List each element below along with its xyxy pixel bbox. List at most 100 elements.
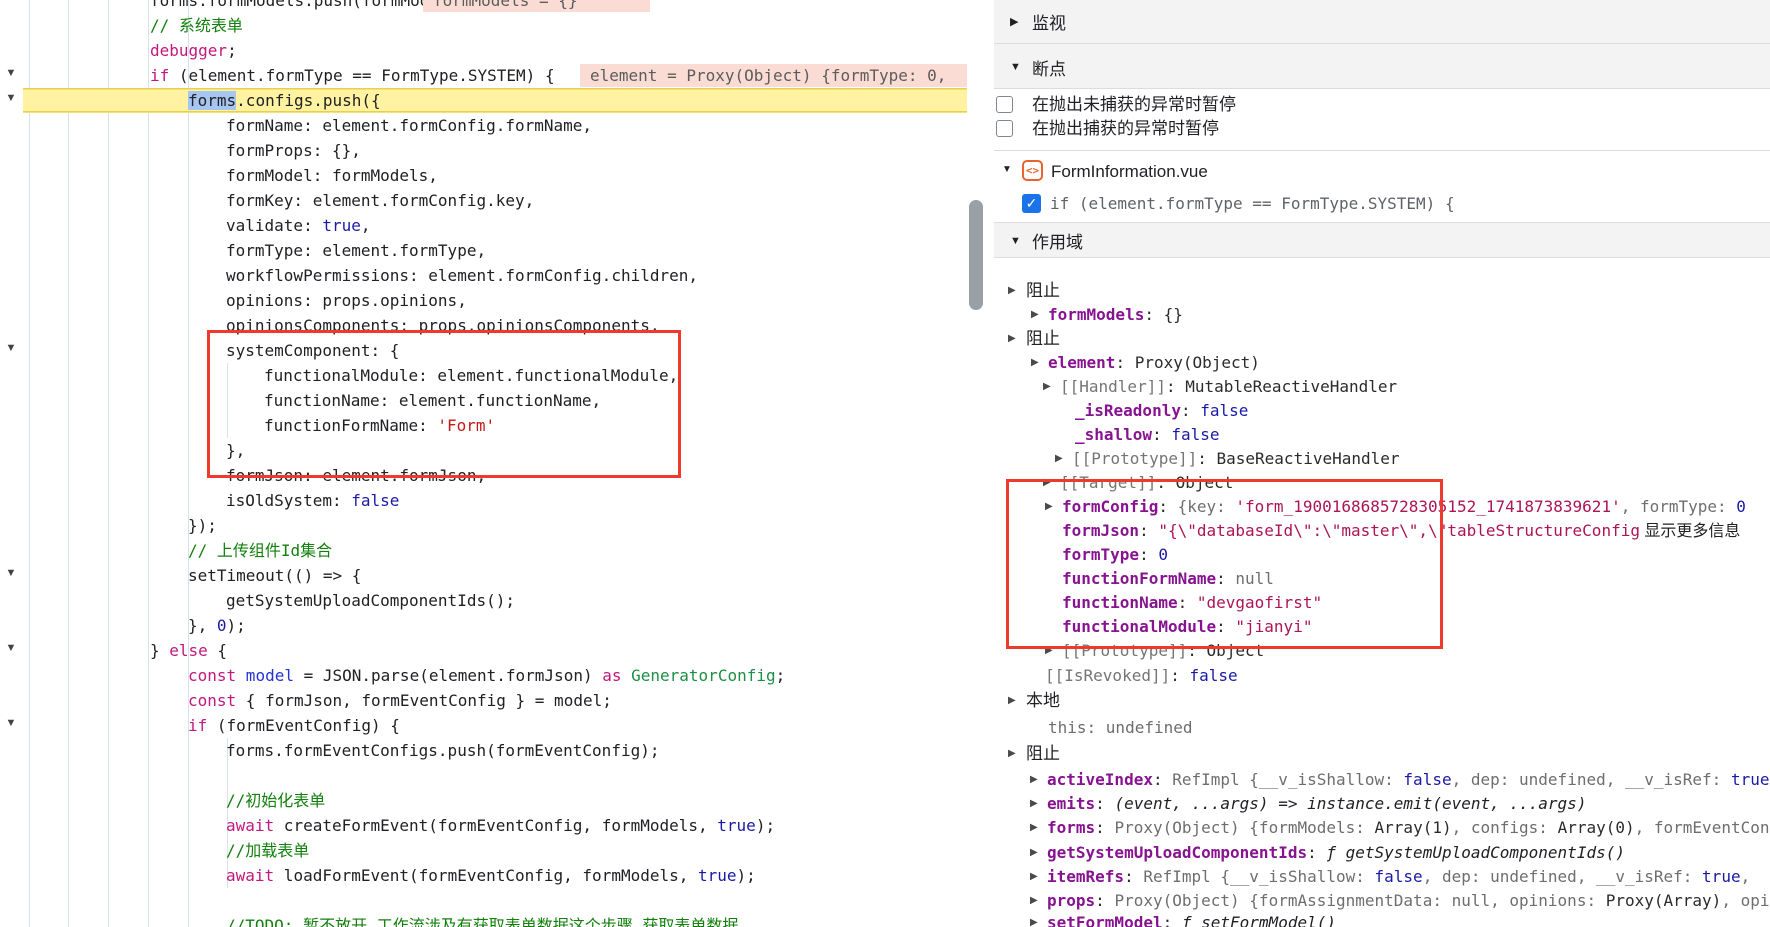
scope-row[interactable]: ▶formModels: {} bbox=[994, 302, 1770, 327]
code-line[interactable]: opinions: props.opinions, bbox=[0, 288, 967, 313]
pause-caught-exceptions-row[interactable]: 在抛出捕获的异常时暂停 bbox=[994, 118, 1770, 142]
code-fold-icon[interactable]: ▼ bbox=[4, 92, 18, 104]
scope-row[interactable]: ▶element: Proxy(Object) bbox=[994, 350, 1770, 375]
code-fold-icon[interactable]: ▼ bbox=[4, 67, 18, 79]
code-fold-icon[interactable]: ▼ bbox=[4, 567, 18, 579]
disclosure-triangle-icon[interactable]: ▶ bbox=[1030, 910, 1038, 927]
code-line[interactable]: if (element.formType == FormType.SYSTEM)… bbox=[0, 63, 967, 88]
scope-row[interactable]: ▶[[Target]]: Object bbox=[994, 470, 1770, 495]
disclosure-triangle-icon[interactable]: ▶ bbox=[1045, 494, 1053, 519]
code-line[interactable]: forms.formModels.push(formModels);formMo… bbox=[0, 0, 967, 13]
scope-row[interactable]: formJson: "{\"databaseId\":\"master\",\"… bbox=[994, 518, 1770, 543]
code-line[interactable]: formType: element.formType, bbox=[0, 238, 967, 263]
disclosure-triangle-icon[interactable]: ▶ bbox=[1055, 446, 1063, 471]
collapse-down-icon[interactable]: ▼ bbox=[1010, 61, 1021, 73]
scope-row[interactable]: ▶阻止 bbox=[994, 326, 1770, 351]
scope-row[interactable]: ▶itemRefs: RefImpl {__v_isShallow: false… bbox=[994, 864, 1770, 889]
code-line[interactable]: functionName: element.functionName, bbox=[0, 388, 967, 413]
disclosure-triangle-icon[interactable]: ▶ bbox=[1008, 688, 1016, 713]
code-fold-icon[interactable]: ▼ bbox=[4, 642, 18, 654]
disclosure-triangle-icon[interactable]: ▶ bbox=[1043, 374, 1051, 399]
scope-row[interactable]: ▶阻止 bbox=[994, 741, 1770, 766]
code-line[interactable]: opinionsComponents: props.opinionsCompon… bbox=[0, 313, 967, 338]
code-line[interactable]: getSystemUploadComponentIds(); bbox=[0, 588, 967, 613]
breakpoints-section-header[interactable]: ▼ 断点 bbox=[994, 43, 1770, 88]
disclosure-triangle-icon[interactable]: ▶ bbox=[1045, 638, 1053, 663]
code-line[interactable]: //加载表单 bbox=[0, 838, 967, 863]
disclosure-triangle-icon[interactable]: ▶ bbox=[1030, 815, 1038, 840]
code-line[interactable]: systemComponent: { bbox=[0, 338, 967, 363]
disclosure-triangle-icon[interactable]: ▶ bbox=[1008, 278, 1016, 303]
code-line[interactable]: formJson: element.formJson, bbox=[0, 463, 967, 488]
code-line[interactable]: await loadFormEvent(formEventConfig, for… bbox=[0, 863, 967, 888]
disclosure-triangle-icon[interactable]: ▶ bbox=[1031, 302, 1039, 327]
code-line[interactable]: debugger; bbox=[0, 38, 967, 63]
scope-row[interactable]: ▶emits: (event, ...args) => instance.emi… bbox=[994, 791, 1770, 816]
code-line[interactable]: isOldSystem: false bbox=[0, 488, 967, 513]
code-line[interactable]: //TODO: 暂不放开 工作流涉及有获取表单数据这个步骤 获取表单数据 bbox=[0, 913, 967, 927]
code-line[interactable]: // 系统表单 bbox=[0, 13, 967, 38]
scope-row[interactable]: functionalModule: "jianyi" bbox=[994, 614, 1770, 639]
scope-section-header[interactable]: ▼ 作用域 bbox=[994, 222, 1770, 258]
watch-section-header[interactable]: ▶ 监视 bbox=[994, 0, 1770, 43]
code-line[interactable]: formKey: element.formConfig.key, bbox=[0, 188, 967, 213]
code-line[interactable]: //初始化表单 bbox=[0, 788, 967, 813]
pause-uncaught-exceptions-row[interactable]: 在抛出未捕获的异常时暂停 bbox=[994, 94, 1770, 118]
disclosure-triangle-icon[interactable]: ▶ bbox=[1031, 350, 1039, 375]
source-editor[interactable]: forms.formModels.push(formModels);formMo… bbox=[0, 0, 967, 927]
code-line[interactable]: formModel: formModels, bbox=[0, 163, 967, 188]
scope-row[interactable]: formType: 0 bbox=[994, 542, 1770, 567]
disclosure-triangle-icon[interactable]: ▶ bbox=[1030, 767, 1038, 792]
code-line[interactable]: formName: element.formConfig.formName, bbox=[0, 113, 967, 138]
code-line[interactable]: await createFormEvent(formEventConfig, f… bbox=[0, 813, 967, 838]
scope-row[interactable]: ▶本地 bbox=[994, 688, 1770, 713]
collapse-down-icon[interactable]: ▼ bbox=[1010, 235, 1021, 247]
scope-row[interactable]: ▶getSystemUploadComponentIds: ƒ getSyste… bbox=[994, 840, 1770, 865]
code-fold-icon[interactable]: ▼ bbox=[4, 342, 18, 354]
code-line[interactable]: const { formJson, formEventConfig } = mo… bbox=[0, 688, 967, 713]
breakpoint-enabled-checkbox[interactable]: ✓ bbox=[1022, 194, 1041, 213]
scope-row[interactable]: ▶forms: Proxy(Object) {formModels: Array… bbox=[994, 815, 1770, 840]
scope-row[interactable]: ▶formConfig: {key: 'form_190016868572830… bbox=[994, 494, 1770, 519]
scope-row[interactable]: ▶阻止 bbox=[994, 278, 1770, 303]
code-line[interactable]: validate: true, bbox=[0, 213, 967, 238]
code-line[interactable]: forms.formEventConfigs.push(formEventCon… bbox=[0, 738, 967, 763]
breakpoint-entry[interactable]: ✓ if (element.formType == FormType.SYSTE… bbox=[994, 191, 1770, 217]
scope-row[interactable]: ▶[[Handler]]: MutableReactiveHandler bbox=[994, 374, 1770, 399]
collapse-right-icon[interactable]: ▶ bbox=[1010, 15, 1018, 28]
editor-vertical-scrollbar[interactable] bbox=[969, 200, 983, 310]
code-line[interactable]: functionFormName: 'Form' bbox=[0, 413, 967, 438]
pause-uncaught-checkbox[interactable] bbox=[996, 96, 1013, 113]
code-line[interactable]: workflowPermissions: element.formConfig.… bbox=[0, 263, 967, 288]
code-line[interactable]: formProps: {}, bbox=[0, 138, 967, 163]
code-line[interactable]: const model = JSON.parse(element.formJso… bbox=[0, 663, 967, 688]
disclosure-triangle-icon[interactable]: ▶ bbox=[1008, 741, 1016, 766]
collapse-down-icon[interactable]: ▼ bbox=[1002, 164, 1012, 175]
scope-row[interactable]: ▶setFormModel: ƒ setFormModel() bbox=[994, 910, 1770, 927]
code-line[interactable]: }); bbox=[0, 513, 967, 538]
code-line[interactable]: } else { bbox=[0, 638, 967, 663]
disclosure-triangle-icon[interactable]: ▶ bbox=[1030, 864, 1038, 889]
code-line[interactable]: // 上传组件Id集合 bbox=[0, 538, 967, 563]
code-line[interactable]: }, bbox=[0, 438, 967, 463]
scope-row[interactable]: ▶[[Prototype]]: Object bbox=[994, 638, 1770, 663]
code-line[interactable]: functionalModule: element.functionalModu… bbox=[0, 363, 967, 388]
code-line[interactable]: if (formEventConfig) { bbox=[0, 713, 967, 738]
code-line[interactable]: }, 0); bbox=[0, 613, 967, 638]
scope-row[interactable]: ▶[[Prototype]]: BaseReactiveHandler bbox=[994, 446, 1770, 471]
disclosure-triangle-icon[interactable]: ▶ bbox=[1030, 840, 1038, 865]
scope-row[interactable]: functionName: "devgaofirst" bbox=[994, 590, 1770, 615]
disclosure-triangle-icon[interactable]: ▶ bbox=[1030, 791, 1038, 816]
disclosure-triangle-icon[interactable]: ▶ bbox=[1043, 470, 1051, 495]
scope-row[interactable]: functionFormName: null bbox=[994, 566, 1770, 591]
pause-caught-checkbox[interactable] bbox=[996, 120, 1013, 137]
scope-row[interactable]: _shallow: false bbox=[994, 422, 1770, 447]
scope-row[interactable]: [[IsRevoked]]: false bbox=[994, 663, 1770, 688]
scope-row[interactable]: ▶activeIndex: RefImpl {__v_isShallow: fa… bbox=[994, 767, 1770, 792]
execution-line[interactable]: forms.configs.push({ bbox=[23, 88, 967, 113]
code-line[interactable]: setTimeout(() => { bbox=[0, 563, 967, 588]
scope-row[interactable]: this: undefined bbox=[994, 715, 1770, 740]
scope-row[interactable]: _isReadonly: false bbox=[994, 398, 1770, 423]
breakpoint-file-group[interactable]: ▼ <> FormInformation.vue bbox=[994, 158, 1770, 186]
disclosure-triangle-icon[interactable]: ▶ bbox=[1008, 326, 1016, 351]
